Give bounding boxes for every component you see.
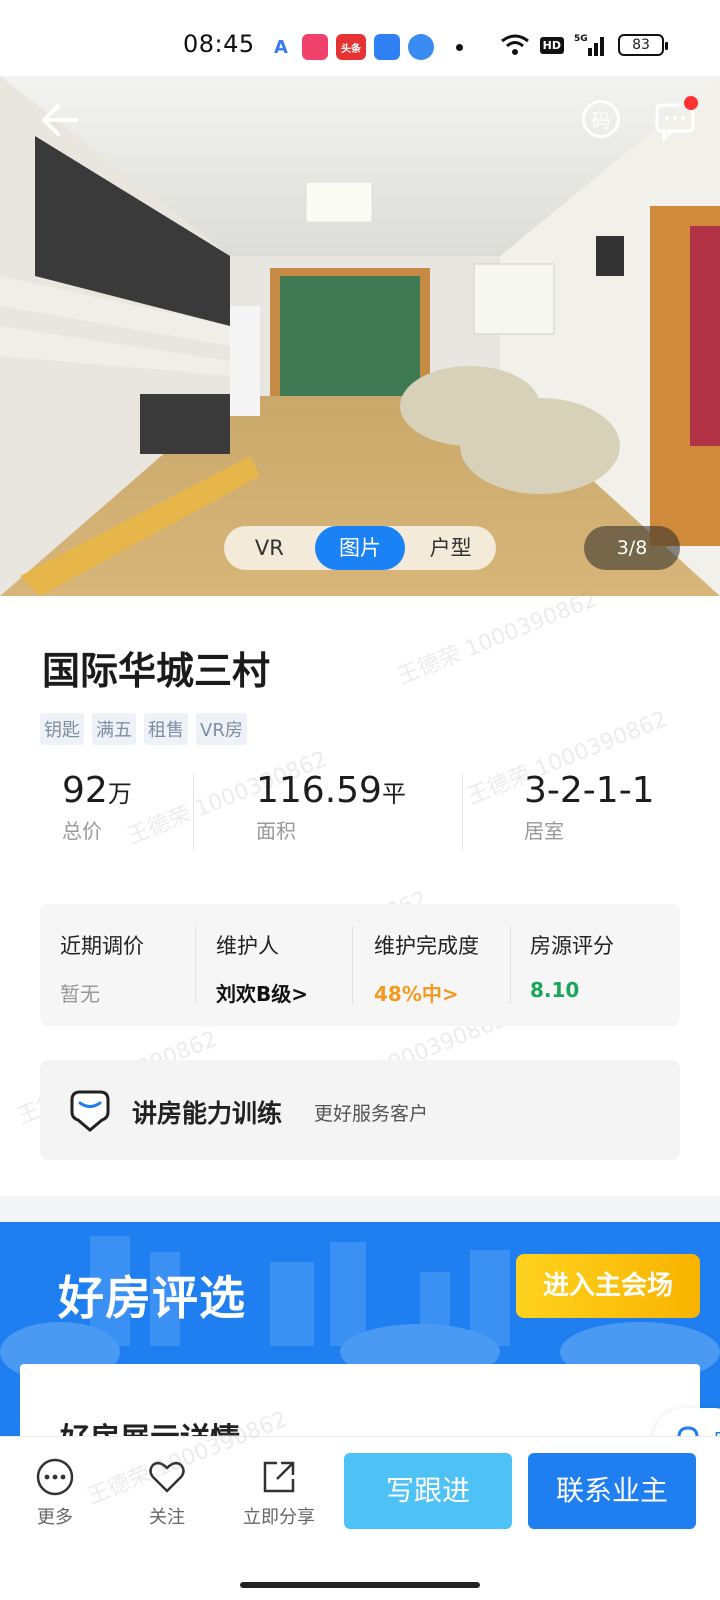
price-value: 92 bbox=[62, 770, 108, 811]
signal-icon: 5G bbox=[574, 34, 604, 56]
back-arrow-icon[interactable] bbox=[36, 96, 84, 144]
listing-title: 国际华城三村 bbox=[42, 649, 271, 693]
listing-stats: 92万 总价 116.59平 面积 3-2-1-1 居室 bbox=[40, 770, 680, 854]
promo-title: 好房评选 bbox=[58, 1271, 246, 1325]
tag-five-years: 满五 bbox=[92, 713, 136, 745]
follow-button[interactable]: 关注 bbox=[122, 1457, 212, 1529]
recent-price-change: 近期调价 暂无 bbox=[60, 930, 144, 1007]
more-icon bbox=[36, 1458, 74, 1496]
maintenance-completion[interactable]: 维护完成度 48%中> bbox=[374, 930, 479, 1007]
watermark: 王德荣 1000390862 bbox=[394, 586, 601, 690]
listing-photo[interactable] bbox=[0, 76, 720, 596]
listing-score: 房源评分 8.10 bbox=[530, 930, 614, 1002]
tag-keys: 钥匙 bbox=[40, 713, 84, 745]
completion-link[interactable]: 48%中> bbox=[374, 978, 479, 1007]
info-key: 近期调价 bbox=[60, 934, 144, 958]
info-value: 暂无 bbox=[60, 982, 100, 1006]
promo-content-card: 好房展示详情 bbox=[20, 1364, 700, 1442]
home-indicator[interactable] bbox=[240, 1582, 480, 1588]
info-key: 维护完成度 bbox=[374, 934, 479, 958]
price-label: 总价 bbox=[62, 819, 102, 843]
more-label: 更多 bbox=[37, 1507, 73, 1528]
divider bbox=[352, 926, 353, 1004]
area-unit: 平 bbox=[381, 780, 406, 808]
promo-banner[interactable]: 好房评选 进入主会场 好房展示详情 bbox=[0, 1222, 720, 1442]
divider bbox=[462, 774, 463, 850]
more-notifications-dot bbox=[456, 43, 463, 51]
app-icon-blue bbox=[374, 34, 400, 60]
app-icon-leaf bbox=[408, 34, 434, 60]
app-icon-pink bbox=[302, 34, 328, 60]
divider bbox=[510, 926, 511, 1004]
wifi-icon bbox=[500, 34, 529, 55]
rooms-value: 3-2-1-1 bbox=[524, 770, 655, 811]
tab-photos[interactable]: 图片 bbox=[314, 526, 406, 570]
share-button[interactable]: 立即分享 bbox=[234, 1457, 324, 1529]
status-bar: 08:45 A 头条 HD 5G 83 bbox=[0, 0, 720, 76]
maintainer-link[interactable]: 刘欢B级> bbox=[216, 978, 308, 1007]
tag-vr: VR房 bbox=[196, 713, 247, 745]
divider bbox=[193, 774, 194, 850]
area-value: 116.59 bbox=[256, 770, 382, 811]
media-tab-switcher: VR 图片 户型 bbox=[224, 526, 496, 570]
hd-badge: HD bbox=[539, 36, 564, 54]
status-right: HD 5G 83 bbox=[500, 32, 668, 58]
tag-rent-sale: 租售 bbox=[144, 713, 188, 745]
status-time: 08:45 bbox=[183, 30, 255, 58]
app-icon-a: A bbox=[268, 34, 294, 60]
share-icon bbox=[263, 1461, 295, 1493]
enter-main-venue-button[interactable]: 进入主会场 bbox=[516, 1254, 700, 1318]
hero-gallery[interactable]: 码 VR 图片 户型 3/8 bbox=[0, 76, 720, 596]
maintenance-info-card: 近期调价 暂无 维护人 刘欢B级> 维护完成度 48%中> 房源评分 8.10 bbox=[40, 904, 680, 1026]
divider bbox=[195, 926, 196, 1004]
section-gap bbox=[0, 1196, 720, 1222]
tab-floorplan[interactable]: 户型 bbox=[405, 526, 496, 570]
status-app-icons: A 头条 bbox=[268, 34, 463, 60]
stat-total-price: 92万 总价 bbox=[62, 770, 132, 844]
training-title: 讲房能力训练 bbox=[132, 1099, 283, 1128]
app-icon-toutiao: 头条 bbox=[336, 34, 366, 60]
score-value: 8.10 bbox=[530, 978, 580, 1002]
share-label: 立即分享 bbox=[243, 1507, 315, 1528]
qr-code-button[interactable]: 码 bbox=[582, 100, 620, 138]
contact-owner-button[interactable]: 联系业主 bbox=[528, 1453, 696, 1529]
rooms-label: 居室 bbox=[524, 819, 564, 843]
message-badge bbox=[684, 96, 698, 110]
area-label: 面积 bbox=[256, 819, 296, 843]
write-follow-up-button[interactable]: 写跟进 bbox=[344, 1453, 512, 1529]
stat-rooms: 3-2-1-1 居室 bbox=[524, 770, 655, 844]
heart-icon bbox=[149, 1461, 185, 1493]
chat-bubble-icon bbox=[70, 1090, 110, 1132]
more-button[interactable]: 更多 bbox=[10, 1457, 100, 1529]
training-subtitle: 更好服务客户 bbox=[314, 1103, 429, 1125]
info-key: 维护人 bbox=[216, 934, 279, 958]
svg-text:5G: 5G bbox=[574, 34, 588, 44]
bottom-action-bar: 更多 关注 立即分享 写跟进 联系业主 bbox=[0, 1436, 720, 1600]
info-key: 房源评分 bbox=[530, 934, 614, 958]
training-banner[interactable]: 讲房能力训练 更好服务客户 bbox=[40, 1060, 680, 1160]
follow-label: 关注 bbox=[149, 1507, 185, 1528]
battery-indicator: 83 bbox=[618, 34, 668, 56]
maintainer[interactable]: 维护人 刘欢B级> bbox=[216, 930, 308, 1007]
listing-tags: 钥匙 满五 租售 VR房 bbox=[40, 713, 247, 745]
tab-vr[interactable]: VR bbox=[224, 526, 315, 570]
price-unit: 万 bbox=[107, 780, 132, 808]
stat-area: 116.59平 面积 bbox=[256, 770, 406, 844]
photo-counter: 3/8 bbox=[584, 526, 680, 570]
